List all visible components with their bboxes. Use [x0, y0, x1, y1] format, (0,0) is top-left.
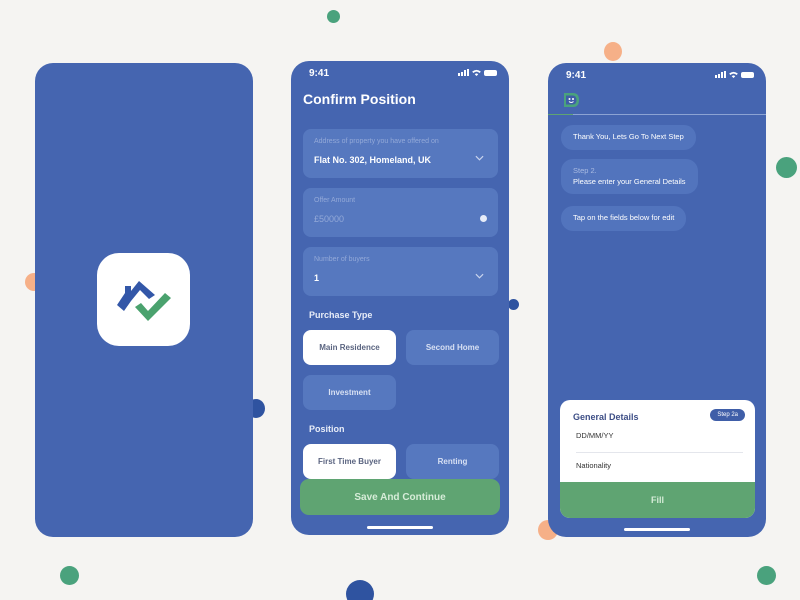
wifi-icon	[729, 71, 738, 78]
page-title: Confirm Position	[303, 91, 416, 107]
message-text: Thank You, Lets Go To Next Step	[573, 132, 684, 141]
general-details-card: General Details Step 2a DD/MM/YY Nationa…	[560, 400, 755, 518]
chevron-down-icon	[475, 155, 484, 161]
house-check-icon	[117, 281, 171, 321]
battery-icon	[484, 69, 497, 76]
status-bar: 9:41	[548, 69, 766, 83]
battery-icon	[741, 71, 754, 78]
status-time: 9:41	[566, 70, 587, 81]
nationality-field[interactable]: Nationality	[576, 461, 743, 470]
home-indicator	[624, 528, 690, 531]
option-investment[interactable]: Investment	[303, 375, 396, 410]
step-badge: Step 2a	[710, 409, 745, 421]
save-continue-button[interactable]: Save And Continue	[300, 479, 500, 515]
offer-amount-input[interactable]: Offer Amount £50000	[303, 188, 498, 237]
offer-placeholder: £50000	[314, 214, 345, 224]
decor-dot	[60, 566, 79, 585]
status-bar: 9:41	[291, 67, 509, 81]
status-time: 9:41	[309, 68, 330, 79]
option-second-home[interactable]: Second Home	[406, 330, 499, 365]
signal-icon	[458, 69, 469, 76]
chatbot-icon	[564, 93, 579, 107]
fill-button[interactable]: Fill	[560, 482, 755, 518]
message-step: Step 2.	[573, 166, 597, 175]
confirm-position-screen: 9:41 Confirm Position Address of propert…	[291, 61, 509, 535]
option-main-residence[interactable]: Main Residence	[303, 330, 396, 365]
header-divider-accent	[548, 114, 573, 115]
offer-label: Offer Amount	[314, 197, 356, 204]
purchase-type-heading: Purchase Type	[309, 310, 373, 320]
chat-message: Thank You, Lets Go To Next Step	[561, 125, 696, 150]
buyers-select[interactable]: Number of buyers 1	[303, 247, 498, 296]
option-renting[interactable]: Renting	[406, 444, 499, 479]
chat-message: Step 2. Please enter your General Detail…	[561, 159, 698, 194]
message-text: Please enter your General Details	[573, 176, 686, 186]
decor-dot	[776, 157, 797, 178]
card-title: General Details	[573, 412, 639, 422]
address-label: Address of property you have offered on	[314, 138, 439, 145]
dob-field[interactable]: DD/MM/YY	[576, 431, 743, 440]
decor-dot	[757, 566, 776, 585]
chat-message: Tap on the fields below for edit	[561, 206, 687, 231]
address-value: Flat No. 302, Homeland, UK	[314, 155, 432, 165]
splash-screen	[35, 63, 253, 537]
home-indicator	[367, 526, 433, 529]
wifi-icon	[472, 69, 481, 76]
signal-icon	[715, 71, 726, 78]
buyers-label: Number of buyers	[314, 256, 370, 263]
buyers-value: 1	[314, 273, 320, 283]
info-icon[interactable]	[480, 215, 487, 222]
field-divider	[576, 452, 743, 453]
chevron-down-icon	[475, 273, 484, 279]
header-divider	[548, 114, 766, 115]
decor-dot	[508, 299, 519, 310]
address-select[interactable]: Address of property you have offered on …	[303, 129, 498, 178]
option-first-time-buyer[interactable]: First Time Buyer	[303, 444, 396, 479]
decor-dot	[327, 10, 340, 23]
position-heading: Position	[309, 424, 345, 434]
app-logo	[97, 253, 190, 346]
message-text: Tap on the fields below for edit	[573, 213, 675, 222]
chat-screen: 9:41 Thank You, Lets Go To Next Step Ste…	[548, 63, 766, 537]
decor-dot	[346, 580, 374, 600]
decor-dot	[604, 42, 622, 61]
